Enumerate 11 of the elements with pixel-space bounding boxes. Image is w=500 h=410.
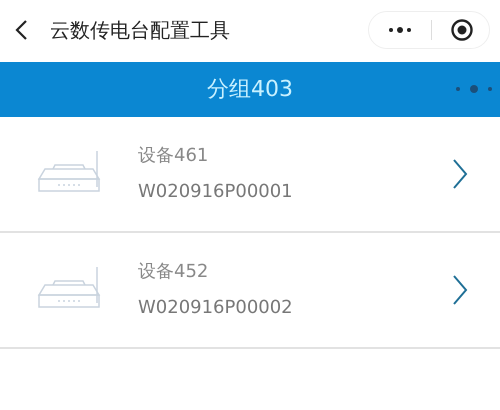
device-serial: W020916P00002 bbox=[138, 296, 294, 320]
nav-title: 云数传电台配置工具 bbox=[50, 17, 231, 44]
device-serial: W020916P00001 bbox=[138, 180, 294, 204]
chevron-right-icon bbox=[452, 158, 468, 190]
device-name: 设备461 bbox=[138, 144, 210, 168]
chevron-right-icon bbox=[452, 274, 468, 306]
device-name: 设备452 bbox=[138, 260, 210, 284]
close-icon[interactable] bbox=[450, 18, 474, 42]
back-icon[interactable] bbox=[14, 19, 28, 41]
more-icon[interactable] bbox=[387, 26, 413, 34]
group-title: 分组403 bbox=[207, 76, 293, 104]
